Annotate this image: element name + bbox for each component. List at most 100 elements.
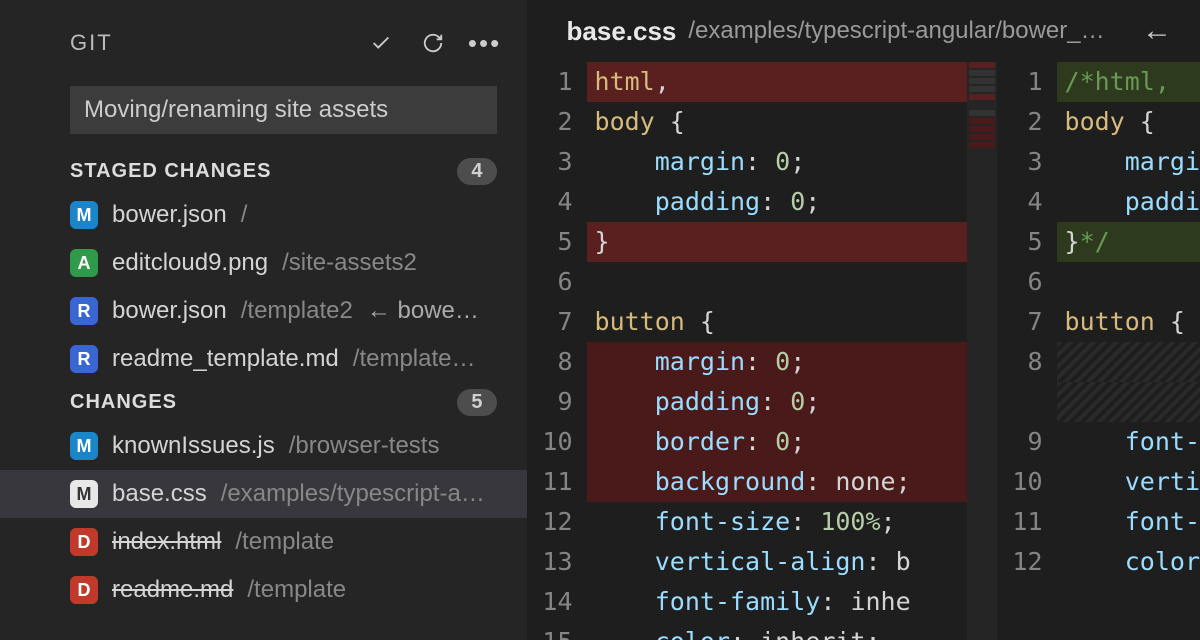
- diff-view[interactable]: 123456789101112131415 html,body { margin…: [527, 62, 1200, 640]
- minimap[interactable]: [967, 62, 997, 640]
- file-row[interactable]: Aeditcloud9.png/site-assets2: [0, 239, 527, 287]
- line-number: 3: [527, 142, 573, 182]
- code-right[interactable]: /*html,body { margi paddi}*/ button { fon…: [1057, 62, 1200, 640]
- file-row[interactable]: Mbower.json/: [0, 191, 527, 239]
- file-name: base.css: [112, 480, 207, 508]
- back-arrow-icon[interactable]: ←: [1134, 14, 1180, 48]
- code-line[interactable]: margi: [1057, 142, 1200, 182]
- code-line[interactable]: button {: [587, 302, 967, 342]
- line-number: 6: [527, 262, 573, 302]
- line-number: 1: [527, 62, 573, 102]
- status-badge: D: [70, 528, 98, 556]
- line-number: 2: [997, 102, 1043, 142]
- code-line[interactable]: font-family: inhe: [587, 582, 967, 622]
- code-line[interactable]: border: 0;: [587, 422, 967, 462]
- line-number: 1: [997, 62, 1043, 102]
- code-left[interactable]: html,body { margin: 0; padding: 0;} butto…: [587, 62, 967, 640]
- code-line[interactable]: /*html,: [1057, 62, 1200, 102]
- minimap-slice: [969, 86, 995, 92]
- code-line[interactable]: font-: [1057, 502, 1200, 542]
- line-number: 11: [997, 502, 1043, 542]
- code-line[interactable]: color: [1057, 542, 1200, 582]
- code-line[interactable]: vertical-align: b: [587, 542, 967, 582]
- file-name: knownIssues.js: [112, 432, 275, 460]
- line-number: 15: [527, 622, 573, 640]
- status-badge: R: [70, 297, 98, 325]
- file-name: editcloud9.png: [112, 249, 268, 277]
- minimap-slice: [969, 126, 995, 132]
- status-badge: M: [70, 432, 98, 460]
- code-line[interactable]: [1057, 342, 1200, 382]
- code-line[interactable]: padding: 0;: [587, 382, 967, 422]
- commit-icon[interactable]: [369, 31, 393, 55]
- file-row[interactable]: Dindex.html/template: [0, 518, 527, 566]
- gutter-right: 123456789101112: [997, 62, 1057, 640]
- code-line[interactable]: }*/: [1057, 222, 1200, 262]
- line-number: 5: [527, 222, 573, 262]
- line-number: 4: [527, 182, 573, 222]
- line-number: 12: [997, 542, 1043, 582]
- line-number: 13: [527, 542, 573, 582]
- file-row[interactable]: Rreadme_template.md/template…: [0, 335, 527, 383]
- code-line[interactable]: background: none;: [587, 462, 967, 502]
- code-line[interactable]: [1057, 382, 1200, 422]
- line-number: 11: [527, 462, 573, 502]
- code-line[interactable]: [1057, 262, 1200, 302]
- status-badge: M: [70, 480, 98, 508]
- git-sidebar: GIT ••• Moving/renaming site assets STAG…: [0, 0, 527, 640]
- staged-changes-header[interactable]: STAGED CHANGES 4: [0, 152, 527, 191]
- minimap-slice: [969, 110, 995, 116]
- code-line[interactable]: font-: [1057, 422, 1200, 462]
- code-line[interactable]: }: [587, 222, 967, 262]
- more-actions-icon[interactable]: •••: [473, 31, 497, 55]
- line-number: 9: [527, 382, 573, 422]
- changes-header[interactable]: CHANGES 5: [0, 383, 527, 422]
- code-line[interactable]: verti: [1057, 462, 1200, 502]
- editor-tab-bar: base.css /examples/typescript-angular/bo…: [527, 0, 1200, 62]
- code-line[interactable]: padding: 0;: [587, 182, 967, 222]
- file-path: /examples/typescript-a…: [221, 480, 485, 508]
- code-line[interactable]: body {: [587, 102, 967, 142]
- line-number: 2: [527, 102, 573, 142]
- sidebar-header: GIT •••: [0, 18, 527, 68]
- code-line[interactable]: margin: 0;: [587, 342, 967, 382]
- code-line[interactable]: margin: 0;: [587, 142, 967, 182]
- file-row[interactable]: Dreadme.md/template: [0, 566, 527, 614]
- file-path: /browser-tests: [289, 432, 440, 460]
- line-number: 3: [997, 142, 1043, 182]
- file-name: bower.json: [112, 297, 227, 325]
- code-line[interactable]: font-size: 100%;: [587, 502, 967, 542]
- code-line[interactable]: html,: [587, 62, 967, 102]
- file-row[interactable]: MknownIssues.js/browser-tests: [0, 422, 527, 470]
- file-name: index.html: [112, 528, 221, 556]
- changes-count: 5: [457, 389, 496, 416]
- staged-file-list: Mbower.json/Aeditcloud9.png/site-assets2…: [0, 191, 527, 383]
- minimap-slice: [969, 70, 995, 76]
- line-number: 8: [527, 342, 573, 382]
- file-suffix: ← bowe…: [367, 297, 479, 325]
- tab-filename[interactable]: base.css: [567, 16, 677, 47]
- line-number: 6: [997, 262, 1043, 302]
- file-path: /template2: [241, 297, 353, 325]
- file-row[interactable]: Rbower.json/template2 ← bowe…: [0, 287, 527, 335]
- code-line[interactable]: [587, 262, 967, 302]
- file-name: readme.md: [112, 576, 233, 604]
- commit-message-input[interactable]: Moving/renaming site assets: [70, 86, 497, 134]
- minimap-slice: [969, 118, 995, 124]
- code-line[interactable]: button {: [1057, 302, 1200, 342]
- file-path: /: [241, 201, 248, 229]
- minimap-slice: [969, 142, 995, 148]
- code-line[interactable]: body {: [1057, 102, 1200, 142]
- code-line[interactable]: paddi: [1057, 182, 1200, 222]
- line-number: 12: [527, 502, 573, 542]
- file-name: readme_template.md: [112, 345, 339, 373]
- minimap-slice: [969, 78, 995, 84]
- status-badge: A: [70, 249, 98, 277]
- file-row[interactable]: Mbase.css/examples/typescript-a…: [0, 470, 527, 518]
- file-path: /template: [235, 528, 334, 556]
- code-line[interactable]: color: inherit;: [587, 622, 967, 640]
- tab-path: /examples/typescript-angular/bower_…: [688, 17, 1122, 45]
- status-badge: M: [70, 201, 98, 229]
- sidebar-title: GIT: [70, 30, 369, 56]
- refresh-icon[interactable]: [421, 31, 445, 55]
